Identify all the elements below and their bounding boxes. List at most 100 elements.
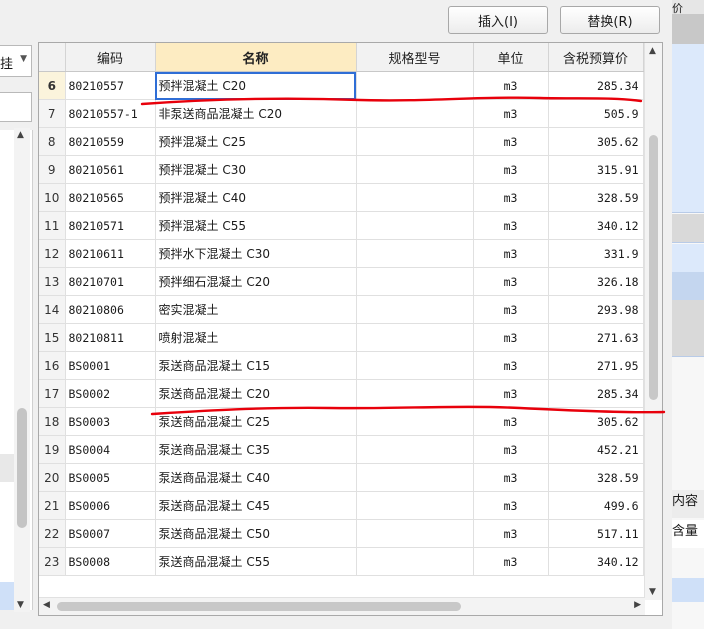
name-cell[interactable]: 泵送商品混凝土 C35 (155, 435, 357, 464)
scrollbar-thumb[interactable] (17, 408, 27, 528)
left-vertical-scrollbar[interactable]: ▲ ▼ (14, 128, 30, 612)
spec-cell[interactable] (356, 323, 474, 352)
price-cell[interactable]: 340.12 (548, 211, 644, 240)
unit-cell[interactable]: m3 (473, 407, 549, 436)
code-cell[interactable]: 80210811 (65, 323, 156, 352)
name-cell[interactable]: 密实混凝土 (155, 295, 357, 324)
table-row[interactable]: 8 80210559 预拌混凝土 C25 m3 305.62 (39, 127, 644, 156)
spec-cell[interactable] (356, 71, 474, 100)
unit-cell[interactable]: m3 (473, 351, 549, 380)
spec-cell[interactable] (356, 295, 474, 324)
left-search-input[interactable] (0, 92, 32, 122)
name-cell[interactable]: 非泵送商品混凝土 C20 (155, 99, 357, 128)
scrollbar-thumb[interactable] (649, 135, 658, 400)
name-cell[interactable]: 泵送商品混凝土 C25 (155, 407, 357, 436)
unit-cell[interactable]: m3 (473, 99, 549, 128)
row-number[interactable]: 13 (39, 267, 66, 296)
price-cell[interactable]: 328.59 (548, 463, 644, 492)
table-row[interactable]: 15 80210811 喷射混凝土 m3 271.63 (39, 323, 644, 352)
code-cell[interactable]: BS0003 (65, 407, 156, 436)
table-row[interactable]: 19 BS0004 泵送商品混凝土 C35 m3 452.21 (39, 435, 644, 464)
unit-cell[interactable]: m3 (473, 463, 549, 492)
price-cell[interactable]: 271.95 (548, 351, 644, 380)
row-number[interactable]: 15 (39, 323, 66, 352)
name-cell[interactable]: 预拌细石混凝土 C20 (155, 267, 357, 296)
code-cell[interactable]: 80210611 (65, 239, 156, 268)
scroll-down-icon[interactable]: ▼ (17, 600, 24, 610)
name-cell[interactable]: 预拌混凝土 C25 (155, 127, 357, 156)
row-number[interactable]: 11 (39, 211, 66, 240)
spec-cell[interactable] (356, 463, 474, 492)
code-cell[interactable]: 80210701 (65, 267, 156, 296)
table-row[interactable]: 14 80210806 密实混凝土 m3 293.98 (39, 295, 644, 324)
unit-cell[interactable]: m3 (473, 547, 549, 576)
insert-button[interactable]: 插入(I) (448, 6, 548, 34)
table-row[interactable]: 7 80210557-1 非泵送商品混凝土 C20 m3 505.9 (39, 99, 644, 128)
code-cell[interactable]: 80210565 (65, 183, 156, 212)
price-cell[interactable]: 499.6 (548, 491, 644, 520)
name-cell[interactable]: 预拌混凝土 C30 (155, 155, 357, 184)
row-number[interactable]: 6 (39, 71, 66, 100)
scroll-up-icon[interactable]: ▲ (649, 46, 656, 56)
spec-cell[interactable] (356, 547, 474, 576)
row-number[interactable]: 23 (39, 547, 66, 576)
list-item-selected[interactable] (0, 582, 14, 610)
vertical-scrollbar[interactable]: ▲ ▼ (644, 43, 662, 600)
name-cell[interactable]: 预拌混凝土 C55 (155, 211, 357, 240)
spec-cell[interactable] (356, 127, 474, 156)
spec-cell[interactable] (356, 519, 474, 548)
price-cell[interactable]: 285.34 (548, 71, 644, 100)
price-cell[interactable]: 505.9 (548, 99, 644, 128)
name-cell[interactable]: 预拌混凝土 C40 (155, 183, 357, 212)
scroll-down-icon[interactable]: ▼ (649, 587, 656, 597)
price-cell[interactable]: 271.63 (548, 323, 644, 352)
code-cell[interactable]: 80210557-1 (65, 99, 156, 128)
code-cell[interactable]: BS0008 (65, 547, 156, 576)
spec-cell[interactable] (356, 99, 474, 128)
price-cell[interactable]: 331.9 (548, 239, 644, 268)
code-cell[interactable]: BS0005 (65, 463, 156, 492)
spec-cell[interactable] (356, 239, 474, 268)
column-header-unit[interactable]: 单位 (473, 43, 549, 72)
row-number[interactable]: 16 (39, 351, 66, 380)
row-number[interactable]: 14 (39, 295, 66, 324)
code-cell[interactable]: BS0006 (65, 491, 156, 520)
table-row[interactable]: 9 80210561 预拌混凝土 C30 m3 315.91 (39, 155, 644, 184)
code-cell[interactable]: 80210571 (65, 211, 156, 240)
unit-cell[interactable]: m3 (473, 155, 549, 184)
chevron-down-icon[interactable]: ▼ (20, 54, 27, 64)
row-number[interactable]: 9 (39, 155, 66, 184)
row-number[interactable]: 21 (39, 491, 66, 520)
code-cell[interactable]: 80210561 (65, 155, 156, 184)
table-row[interactable]: 23 BS0008 泵送商品混凝土 C55 m3 340.12 (39, 547, 644, 576)
name-cell[interactable]: 泵送商品混凝土 C55 (155, 547, 357, 576)
table-row[interactable]: 21 BS0006 泵送商品混凝土 C45 m3 499.6 (39, 491, 644, 520)
unit-cell[interactable]: m3 (473, 71, 549, 100)
name-cell[interactable]: 泵送商品混凝土 C15 (155, 351, 357, 380)
table-row[interactable]: 16 BS0001 泵送商品混凝土 C15 m3 271.95 (39, 351, 644, 380)
column-header-price[interactable]: 含税预算价 (548, 43, 644, 72)
spec-cell[interactable] (356, 491, 474, 520)
left-filter-combo[interactable]: 挂 ▼ (0, 45, 32, 77)
unit-cell[interactable]: m3 (473, 239, 549, 268)
spec-cell[interactable] (356, 211, 474, 240)
code-cell[interactable]: 80210806 (65, 295, 156, 324)
price-cell[interactable]: 340.12 (548, 547, 644, 576)
scrollbar-thumb[interactable] (57, 602, 461, 611)
row-number[interactable]: 22 (39, 519, 66, 548)
replace-button[interactable]: 替换(R) (560, 6, 660, 34)
table-row[interactable]: 13 80210701 预拌细石混凝土 C20 m3 326.18 (39, 267, 644, 296)
table-row[interactable]: 20 BS0005 泵送商品混凝土 C40 m3 328.59 (39, 463, 644, 492)
unit-cell[interactable]: m3 (473, 295, 549, 324)
horizontal-scrollbar[interactable]: ◀ ▶ (39, 597, 645, 615)
unit-cell[interactable]: m3 (473, 127, 549, 156)
column-header-spec[interactable]: 规格型号 (356, 43, 474, 72)
spec-cell[interactable] (356, 407, 474, 436)
code-cell[interactable]: BS0001 (65, 351, 156, 380)
code-cell[interactable]: BS0002 (65, 379, 156, 408)
list-item[interactable] (0, 454, 14, 482)
price-cell[interactable]: 328.59 (548, 183, 644, 212)
unit-cell[interactable]: m3 (473, 323, 549, 352)
spec-cell[interactable] (356, 155, 474, 184)
price-cell[interactable]: 315.91 (548, 155, 644, 184)
